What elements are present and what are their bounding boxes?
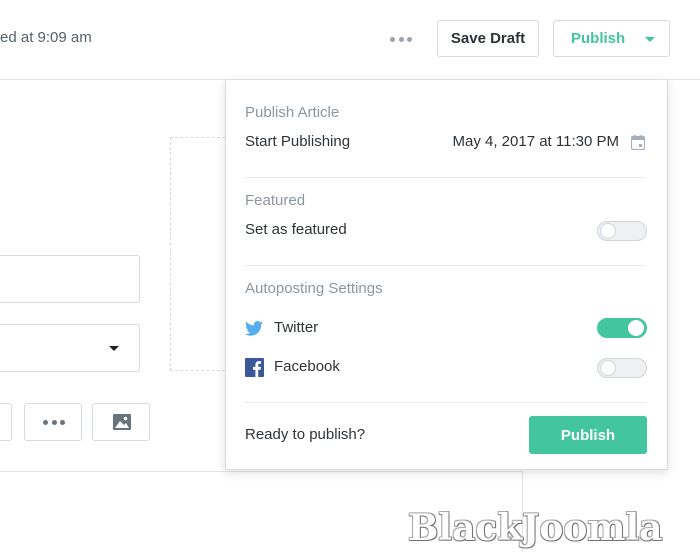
image-icon xyxy=(113,414,131,430)
publish-button[interactable]: Publish xyxy=(529,416,647,454)
start-publishing-date[interactable]: May 4, 2017 at 11:30 PM xyxy=(453,133,620,150)
select-field[interactable] xyxy=(0,324,140,372)
more-options-icon[interactable] xyxy=(390,30,412,48)
divider-tool-button[interactable] xyxy=(24,403,82,441)
twitter-toggle[interactable] xyxy=(597,318,647,338)
save-draft-button[interactable]: Save Draft xyxy=(437,20,539,57)
toggle-knob xyxy=(600,360,616,376)
section-divider xyxy=(245,177,646,178)
saved-status: ed at 9:09 am xyxy=(0,29,92,46)
toggle-knob xyxy=(600,223,616,239)
autoposting-title: Autoposting Settings xyxy=(245,280,383,297)
facebook-icon xyxy=(245,358,264,377)
section-divider xyxy=(245,402,646,403)
twitter-label: Twitter xyxy=(274,319,319,336)
toggle-knob xyxy=(628,320,644,336)
editor-divider xyxy=(0,471,522,472)
ready-to-publish-text: Ready to publish? xyxy=(245,426,366,443)
chevron-down-icon xyxy=(109,346,119,351)
image-tool-button[interactable] xyxy=(92,403,150,441)
calendar-icon[interactable] xyxy=(631,135,645,150)
section-divider xyxy=(245,265,646,266)
publish-dropdown-label: Publish xyxy=(571,30,626,47)
top-bar: ed at 9:09 am Save Draft Publish xyxy=(0,0,700,80)
image-dropzone[interactable] xyxy=(170,137,230,371)
toolbar-button[interactable] xyxy=(0,403,12,441)
publish-article-title: Publish Article xyxy=(245,104,340,121)
chevron-down-icon xyxy=(645,37,655,42)
publish-dropdown-button[interactable]: Publish xyxy=(553,20,670,57)
facebook-label: Facebook xyxy=(274,358,340,375)
start-publishing-label: Start Publishing xyxy=(245,133,351,150)
publish-popover: Publish Article Start Publishing May 4, … xyxy=(225,80,668,470)
more-dots-icon xyxy=(43,420,65,425)
featured-toggle[interactable] xyxy=(597,221,647,241)
watermark-logo: BlackJoomla xyxy=(408,507,663,549)
twitter-icon xyxy=(245,321,263,336)
featured-title: Featured xyxy=(245,192,306,209)
facebook-toggle[interactable] xyxy=(597,358,647,378)
text-input[interactable] xyxy=(0,255,140,303)
set-featured-label: Set as featured xyxy=(245,221,347,238)
